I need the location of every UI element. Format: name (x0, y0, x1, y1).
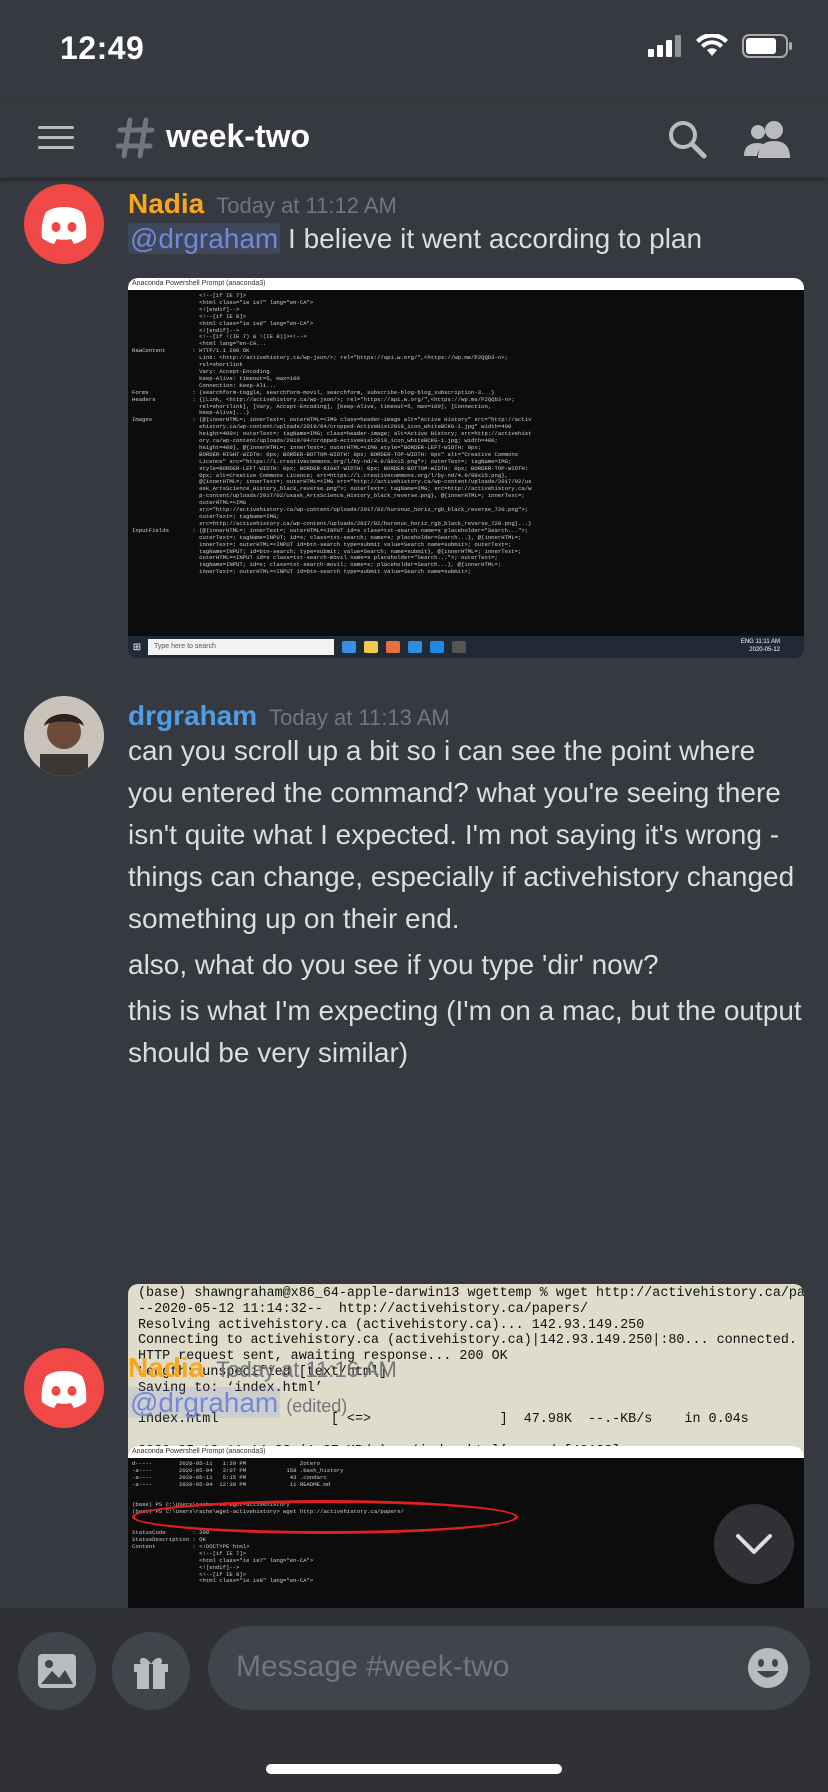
author-name[interactable]: Nadia Today at 11:16 AM (128, 1352, 397, 1384)
edited-label: (edited) (286, 1396, 348, 1416)
message-input-placeholder: Message #week-two (236, 1650, 510, 1683)
messenger-icon (430, 641, 444, 653)
author-name[interactable]: Nadia Today at 11:12 AM (128, 188, 397, 220)
taskbar-time: 11:11 AM (755, 639, 780, 645)
window-title: Anaconda Powershell Prompt (anaconda3) (128, 1446, 804, 1458)
gift-button[interactable] (112, 1632, 190, 1710)
message-paragraph: also, what do you see if you type 'dir' … (128, 949, 659, 980)
edge-icon (342, 641, 356, 653)
author-name-text[interactable]: drgraham (128, 700, 257, 731)
menu-icon[interactable] (36, 118, 76, 158)
author-name[interactable]: drgraham Today at 11:13 AM (128, 700, 450, 732)
jump-to-latest-button[interactable] (714, 1504, 794, 1584)
cellular-signal-icon (648, 35, 681, 57)
message-input[interactable]: Message #week-two (208, 1626, 810, 1710)
timestamp: Today at 11:13 AM (269, 705, 450, 730)
chevron-down-icon (736, 1534, 772, 1554)
avatar[interactable] (24, 1348, 104, 1428)
message-paragraph: this is what I'm expecting (I'm on a mac… (128, 995, 802, 1068)
gift-icon (134, 1657, 168, 1689)
message-content: @drgraham I believe it went according to… (128, 218, 808, 260)
attach-image-button[interactable] (18, 1632, 96, 1710)
app-icon (386, 641, 400, 653)
battery-icon (742, 34, 792, 58)
home-indicator (266, 1764, 562, 1774)
message-content: @drgraham (edited) (128, 1382, 808, 1427)
message-content: can you scroll up a bit so i can see the… (128, 730, 808, 1074)
author-name-text[interactable]: Nadia (128, 1352, 204, 1383)
message-list[interactable]: Nadia Today at 11:12 AM @drgraham I belie… (0, 180, 828, 1608)
avatar[interactable] (24, 184, 104, 264)
channel-hash-icon (116, 117, 155, 159)
user-mention[interactable]: @drgraham (128, 223, 281, 254)
terminal-output: <!--[if IE 7]> <html class="ie ie7" lang… (132, 292, 532, 576)
user-mention[interactable]: @drgraham (128, 1387, 281, 1418)
windows-start-icon: ⊞ (132, 641, 142, 653)
folder-icon (364, 641, 378, 653)
discord-logo-icon (41, 1371, 87, 1408)
timestamp: Today at 11:16 AM (216, 1357, 397, 1382)
terminal-app-icon (452, 641, 466, 653)
user-photo (24, 696, 104, 776)
members-icon[interactable] (744, 118, 792, 160)
channel-header: week-two (0, 100, 828, 178)
emoji-icon[interactable] (746, 1646, 790, 1690)
author-name-text[interactable]: Nadia (128, 188, 204, 219)
timestamp: Today at 11:12 AM (216, 193, 397, 218)
image-icon (38, 1654, 76, 1688)
discord-logo-icon (41, 207, 87, 244)
taskbar-clock: ENG 11:11 AM 2020-05-12 (741, 638, 780, 654)
status-bar: 12:49 (0, 0, 828, 100)
image-attachment[interactable]: Anaconda Powershell Prompt (anaconda3) <… (128, 278, 804, 658)
channel-name: week-two (166, 118, 311, 154)
taskbar-lang: ENG (740, 639, 754, 645)
message-composer: Message #week-two (0, 1608, 828, 1792)
red-annotation-circle (132, 1500, 518, 1534)
status-icons (648, 34, 794, 58)
search-icon[interactable] (666, 118, 708, 160)
taskbar-search: Type here to search (148, 639, 334, 655)
image-attachment[interactable]: Anaconda Powershell Prompt (anaconda3) d… (128, 1446, 804, 1608)
message-text: I believe it went according to plan (280, 223, 703, 254)
window-title: Anaconda Powershell Prompt (anaconda3) (128, 278, 804, 290)
message-paragraph: can you scroll up a bit so i can see the… (128, 735, 795, 934)
status-time: 12:49 (60, 30, 145, 66)
avatar[interactable] (24, 696, 104, 776)
windows-taskbar: ⊞ Type here to search ENG 11:11 AM 2020-0… (128, 636, 804, 658)
wifi-icon (696, 34, 728, 56)
taskbar-date: 2020-05-12 (749, 647, 780, 653)
word-icon (408, 641, 422, 653)
